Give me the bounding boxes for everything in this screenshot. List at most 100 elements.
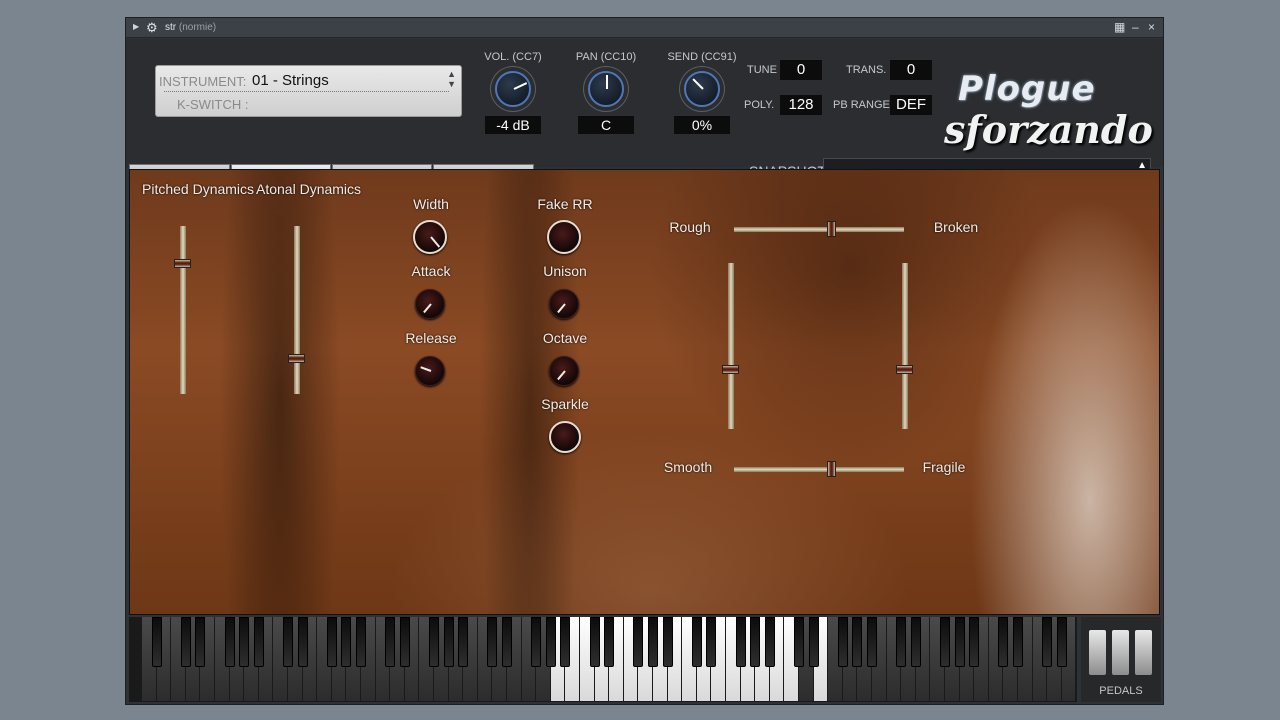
tune-value[interactable]: 0 bbox=[780, 60, 822, 80]
pbrange-value[interactable]: DEF bbox=[890, 95, 932, 115]
black-key[interactable] bbox=[691, 617, 702, 667]
black-key[interactable] bbox=[180, 617, 191, 667]
black-key[interactable] bbox=[545, 617, 556, 667]
pedals-label: PEDALS bbox=[1099, 685, 1143, 697]
black-key[interactable] bbox=[1013, 617, 1023, 667]
left-vertical-handle[interactable] bbox=[722, 365, 739, 374]
right-vertical-track[interactable] bbox=[902, 263, 908, 429]
pitched-dynamics-handle[interactable] bbox=[174, 259, 191, 268]
right-vertical-handle[interactable] bbox=[896, 365, 913, 374]
pedal-right[interactable] bbox=[1135, 630, 1152, 675]
collapse-arrow-icon[interactable]: ▶ bbox=[133, 22, 139, 31]
detach-icon[interactable]: ▦ bbox=[1114, 20, 1125, 34]
black-key[interactable] bbox=[1042, 617, 1053, 667]
black-key[interactable] bbox=[560, 617, 571, 667]
pedal-middle[interactable] bbox=[1112, 630, 1129, 675]
send-label: SEND (CC91) bbox=[667, 51, 737, 63]
black-key[interactable] bbox=[443, 617, 454, 667]
black-key[interactable] bbox=[633, 617, 644, 667]
atonal-dynamics-track[interactable] bbox=[294, 226, 300, 394]
black-key[interactable] bbox=[458, 617, 469, 667]
black-key[interactable] bbox=[151, 617, 162, 667]
black-key[interactable] bbox=[969, 617, 980, 667]
black-key[interactable] bbox=[604, 617, 615, 667]
black-key[interactable] bbox=[896, 617, 907, 667]
pbrange-label: PB RANGE bbox=[833, 99, 890, 111]
black-key[interactable] bbox=[852, 617, 863, 667]
black-key[interactable] bbox=[837, 617, 848, 667]
divider bbox=[164, 91, 449, 92]
rough-broken-track[interactable] bbox=[734, 227, 904, 232]
pedal-left[interactable] bbox=[1089, 630, 1106, 675]
instrument-selector[interactable]: INSTRUMENT: 01 - Strings K-SWITCH : ▲ ▼ bbox=[155, 65, 462, 117]
instrument-label: INSTRUMENT: bbox=[159, 74, 247, 89]
atonal-dynamics-handle[interactable] bbox=[288, 354, 305, 363]
left-vertical-track[interactable] bbox=[728, 263, 734, 429]
attack-label: Attack bbox=[411, 263, 451, 279]
pan-value[interactable]: C bbox=[578, 116, 634, 134]
rough-broken-handle[interactable] bbox=[827, 221, 836, 237]
instrument-value[interactable]: 01 - Strings bbox=[252, 72, 329, 89]
black-key[interactable] bbox=[224, 617, 235, 667]
unison-knob[interactable] bbox=[549, 289, 579, 319]
black-key[interactable] bbox=[662, 617, 673, 667]
black-key[interactable] bbox=[283, 617, 293, 667]
black-key[interactable] bbox=[1056, 617, 1067, 667]
black-key[interactable] bbox=[297, 617, 308, 667]
black-key[interactable] bbox=[239, 617, 250, 667]
black-key[interactable] bbox=[341, 617, 352, 667]
black-key[interactable] bbox=[429, 617, 439, 667]
black-key[interactable] bbox=[253, 617, 264, 667]
sparkle-label: Sparkle bbox=[541, 396, 589, 412]
octave-knob[interactable] bbox=[549, 356, 579, 386]
black-key[interactable] bbox=[487, 617, 498, 667]
volume-knob[interactable] bbox=[495, 71, 531, 107]
black-key[interactable] bbox=[356, 617, 366, 667]
width-label: Width bbox=[413, 196, 449, 212]
smooth-fragile-track[interactable] bbox=[734, 467, 904, 472]
sparkle-knob[interactable] bbox=[549, 421, 581, 453]
send-value[interactable]: 0% bbox=[674, 116, 730, 134]
black-key[interactable] bbox=[867, 617, 877, 667]
width-knob[interactable] bbox=[413, 220, 447, 254]
volume-label: VOL. (CC7) bbox=[484, 51, 542, 63]
pitched-dynamics-label: Pitched Dynamics bbox=[142, 181, 255, 197]
black-key[interactable] bbox=[764, 617, 775, 667]
attack-knob[interactable] bbox=[415, 289, 445, 319]
gear-icon[interactable]: ⚙ bbox=[146, 20, 158, 36]
black-key[interactable] bbox=[910, 617, 921, 667]
kswitch-label: K-SWITCH : bbox=[177, 97, 249, 112]
black-key[interactable] bbox=[648, 617, 658, 667]
black-key[interactable] bbox=[326, 617, 337, 667]
volume-value[interactable]: -4 dB bbox=[485, 116, 541, 134]
release-knob[interactable] bbox=[415, 356, 445, 386]
black-key[interactable] bbox=[735, 617, 746, 667]
black-key[interactable] bbox=[385, 617, 396, 667]
close-icon[interactable]: × bbox=[1148, 20, 1155, 34]
poly-label: POLY. bbox=[744, 99, 775, 111]
black-key[interactable] bbox=[531, 617, 542, 667]
sforzando-logo: sforzando bbox=[944, 107, 1153, 152]
black-key[interactable] bbox=[589, 617, 600, 667]
send-knob-group: SEND (CC91) 0% bbox=[664, 51, 740, 134]
instrument-arrows-icon[interactable]: ▲ ▼ bbox=[447, 69, 456, 89]
smooth-fragile-handle[interactable] bbox=[827, 461, 836, 477]
pan-label: PAN (CC10) bbox=[575, 51, 637, 63]
black-key[interactable] bbox=[808, 617, 819, 667]
black-key[interactable] bbox=[399, 617, 410, 667]
trans-value[interactable]: 0 bbox=[890, 60, 932, 80]
black-key[interactable] bbox=[502, 617, 512, 667]
black-key[interactable] bbox=[954, 617, 965, 667]
fake-rr-knob[interactable] bbox=[547, 220, 581, 254]
black-key[interactable] bbox=[998, 617, 1009, 667]
black-key[interactable] bbox=[940, 617, 950, 667]
black-key[interactable] bbox=[706, 617, 717, 667]
send-knob[interactable] bbox=[684, 71, 720, 107]
pan-knob[interactable] bbox=[588, 71, 624, 107]
minimize-icon[interactable]: – bbox=[1132, 20, 1139, 34]
black-key[interactable] bbox=[750, 617, 761, 667]
black-key[interactable] bbox=[195, 617, 206, 667]
pitched-dynamics-track[interactable] bbox=[180, 226, 186, 394]
black-key[interactable] bbox=[794, 617, 804, 667]
poly-value[interactable]: 128 bbox=[780, 95, 822, 115]
